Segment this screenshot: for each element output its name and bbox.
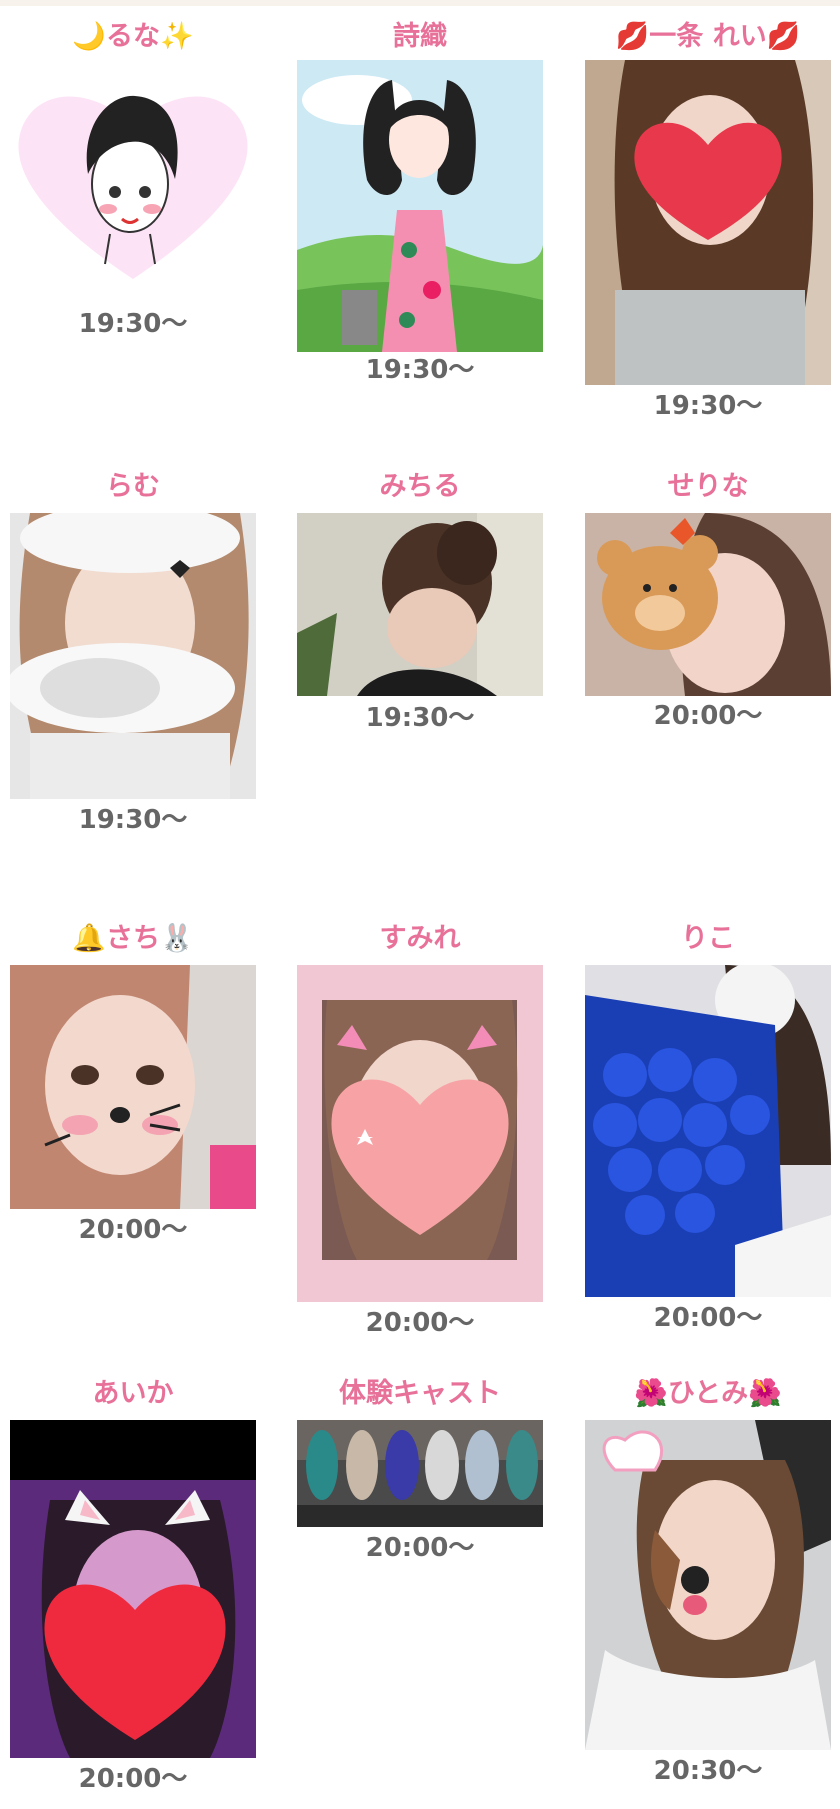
cast-card-ramu[interactable]: らむ 19:30〜 <box>10 470 256 850</box>
cast-card-trial[interactable]: 体験キャスト 20:00〜 <box>297 1377 543 1577</box>
cast-name: あいか <box>92 1378 174 1409</box>
cast-card-aika[interactable]: あいか 20:00〜 <box>10 1377 256 1809</box>
cast-photo[interactable] <box>10 965 256 1209</box>
cast-photo[interactable] <box>10 64 256 292</box>
cast-time: 20:00〜 <box>653 701 763 731</box>
cast-name: 詩織 <box>393 21 447 52</box>
cast-time: 19:30〜 <box>653 391 763 421</box>
cast-photo[interactable] <box>585 60 831 385</box>
cast-photo[interactable] <box>297 1420 543 1527</box>
cast-time: 20:00〜 <box>78 1764 188 1794</box>
cast-card-serina[interactable]: せりな 20:00〜 <box>585 470 831 750</box>
cast-time: 19:30〜 <box>78 309 188 339</box>
cast-name: 💋一条 れい💋 <box>615 21 801 52</box>
cast-photo[interactable] <box>585 513 831 696</box>
cast-name: りこ <box>681 923 735 954</box>
cast-name: 体験キャスト <box>339 1378 501 1409</box>
cast-card-shiori[interactable]: 詩織 19:30〜 <box>297 0 543 400</box>
cast-name: すみれ <box>379 923 461 954</box>
cast-photo[interactable] <box>10 1420 256 1758</box>
cast-card-sachi[interactable]: 🔔さち🐰 20:00〜 <box>10 922 256 1245</box>
cast-time: 20:00〜 <box>78 1215 188 1245</box>
cast-time: 20:00〜 <box>365 1533 475 1563</box>
cast-time: 20:30〜 <box>653 1756 763 1786</box>
cast-card-michiru[interactable]: みちる 19:30〜 <box>297 470 543 750</box>
cast-time: 19:30〜 <box>365 355 475 385</box>
cast-name: せりな <box>667 471 749 502</box>
cast-name: 🌙るな✨ <box>72 21 194 52</box>
cast-photo[interactable] <box>585 965 831 1297</box>
cast-time: 20:00〜 <box>365 1308 475 1338</box>
cast-photo[interactable] <box>10 513 256 799</box>
cast-photo[interactable] <box>297 965 543 1302</box>
cast-time: 20:00〜 <box>653 1303 763 1333</box>
cast-card-runa[interactable]: 🌙るな✨ 19:30〜 <box>10 0 256 360</box>
cast-card-rei[interactable]: 💋一条 れい💋 19:30〜 <box>585 0 831 430</box>
cast-name: らむ <box>106 471 160 502</box>
cast-name: 🌺ひとみ🌺 <box>634 1378 782 1409</box>
cast-time: 19:30〜 <box>365 703 475 733</box>
cast-card-riko[interactable]: りこ 20:00〜 <box>585 922 831 1342</box>
cast-photo[interactable] <box>585 1420 831 1750</box>
cast-name: 🔔さち🐰 <box>72 923 194 954</box>
cast-time: 19:30〜 <box>78 805 188 835</box>
cast-card-sumire[interactable]: すみれ 20:00〜 <box>297 922 543 1342</box>
cast-name: みちる <box>379 471 461 502</box>
cast-photo[interactable] <box>297 60 543 352</box>
cast-photo[interactable] <box>297 513 543 696</box>
cast-card-hitomi[interactable]: 🌺ひとみ🌺 20:30〜 <box>585 1377 831 1809</box>
